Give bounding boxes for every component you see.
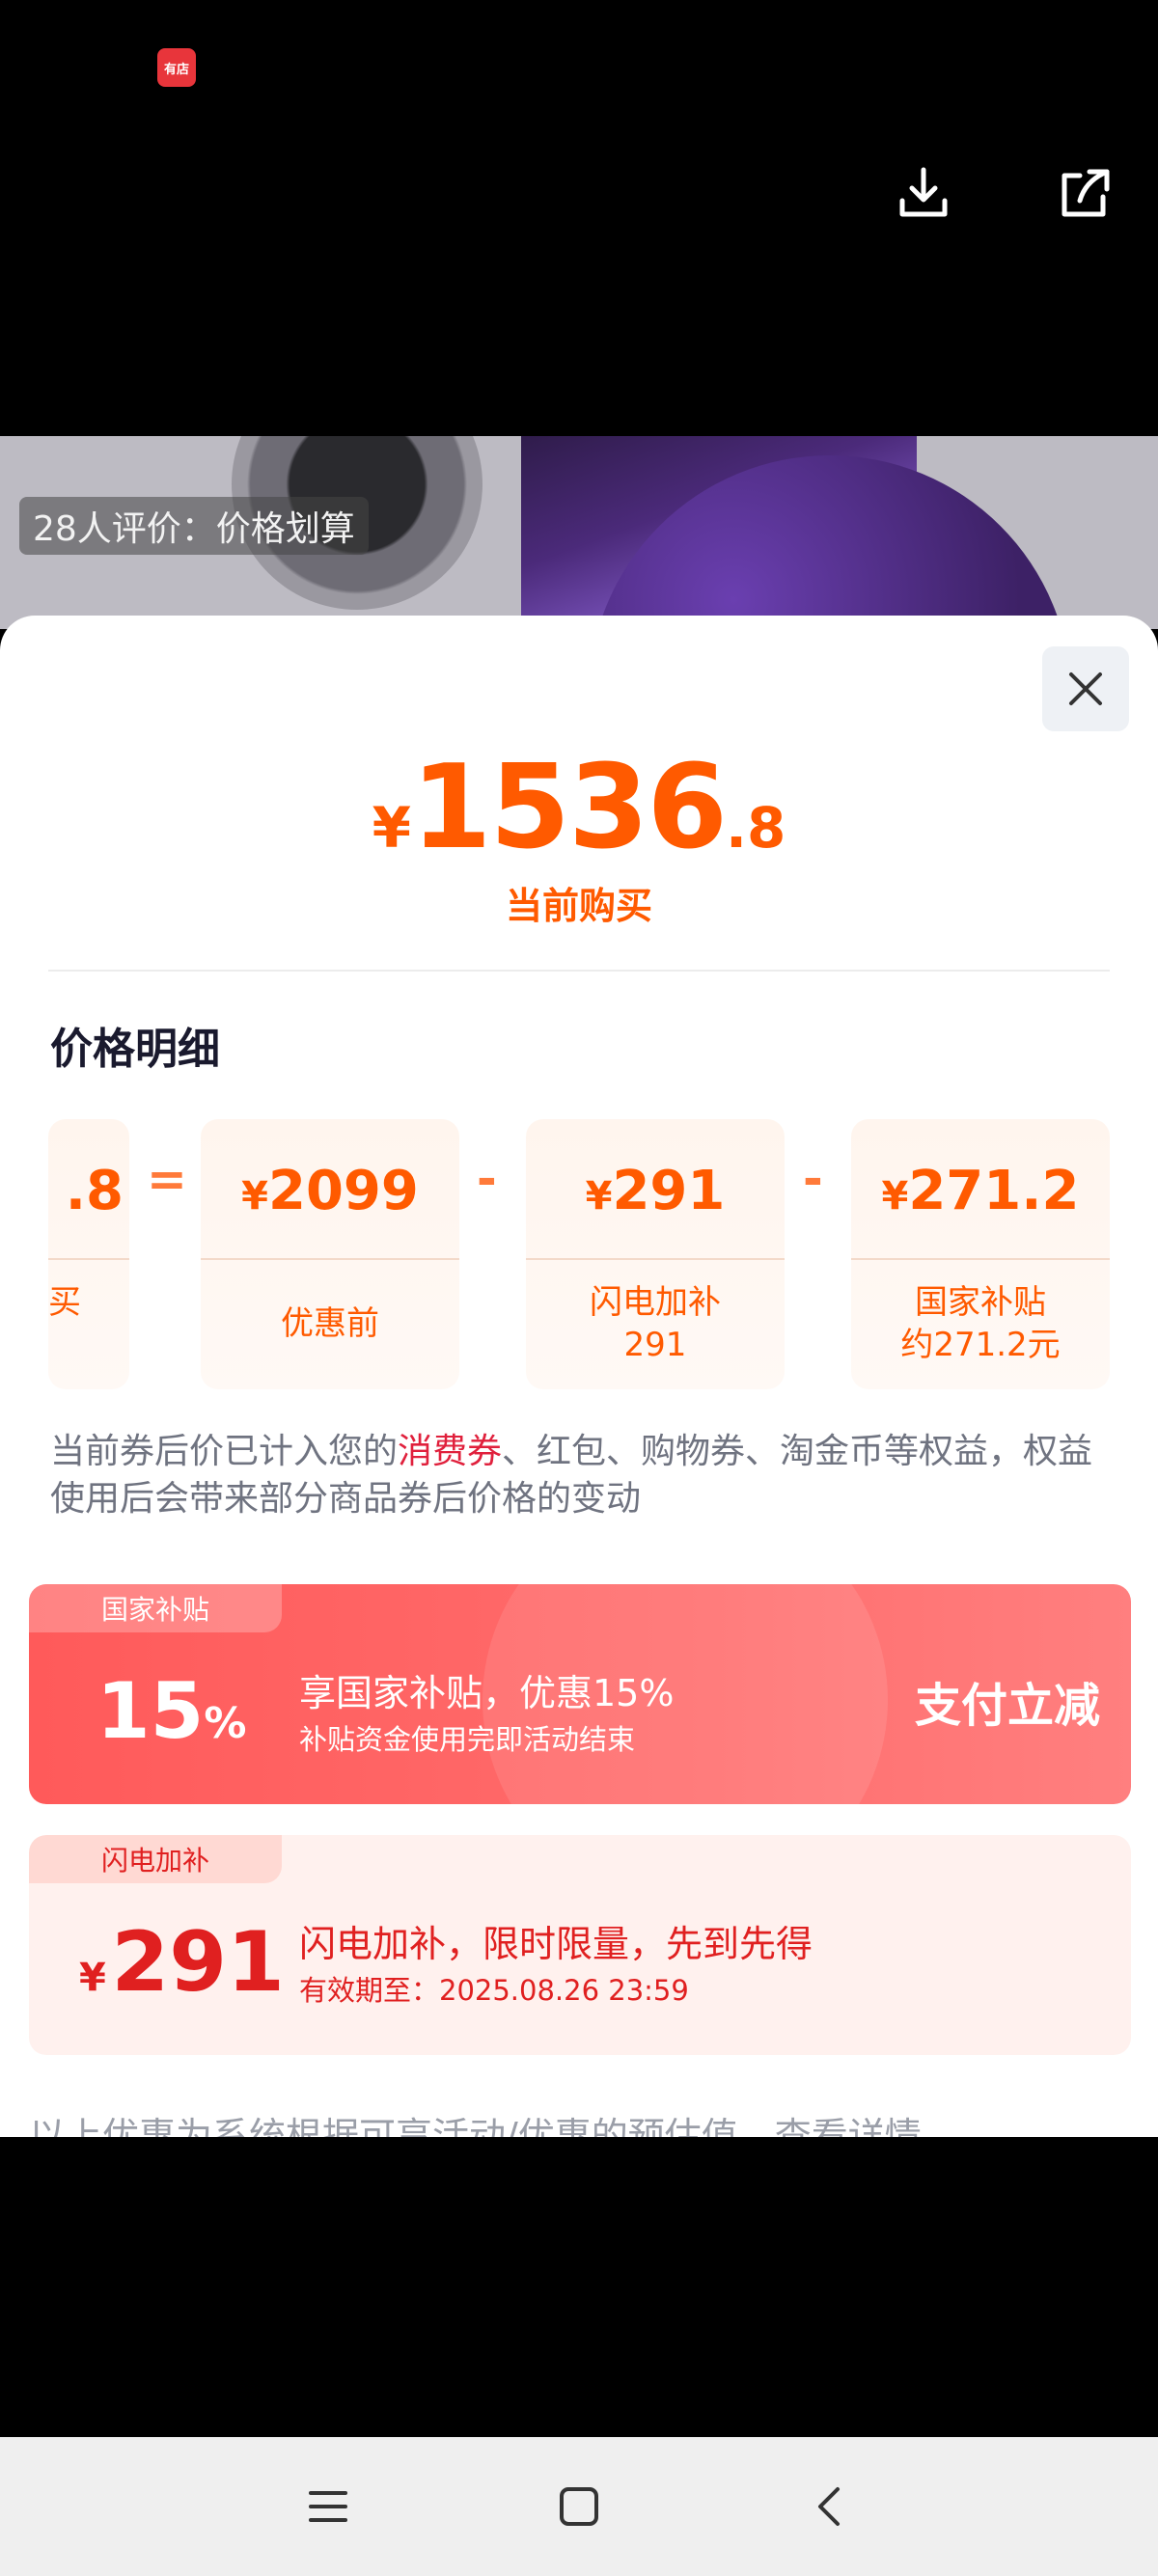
price-box-flash: ¥291 闪电加补 291 bbox=[526, 1119, 785, 1389]
partial-value: .8 bbox=[65, 1160, 124, 1222]
subsidy-title: 享国家补贴，优惠15% bbox=[299, 1672, 675, 1714]
price-box-original: ¥2099 优惠前 bbox=[201, 1119, 459, 1389]
close-button[interactable] bbox=[1042, 646, 1129, 731]
price-symbol: ¥ bbox=[372, 795, 411, 861]
national-subsidy-card[interactable]: 国家补贴 15% 享国家补贴，优惠15% 补贴资金使用完即活动结束 支付立减 bbox=[29, 1584, 1131, 1804]
flash-tab: 闪电加补 bbox=[29, 1835, 282, 1883]
app-logo: 有店 bbox=[157, 48, 196, 87]
home-icon bbox=[560, 2487, 598, 2526]
close-icon bbox=[1069, 672, 1102, 705]
flash-price: ¥291 bbox=[585, 1160, 726, 1222]
flash-subsidy-card[interactable]: 闪电加补 ¥ 291 闪电加补，限时限量，先到先得 有效期至：2025.08.2… bbox=[29, 1835, 1131, 2055]
review-badge[interactable]: 28人评价：价格划算 bbox=[19, 497, 369, 555]
flash-title: 闪电加补，限时限量，先到先得 bbox=[299, 1923, 813, 1965]
pay-discount-button[interactable]: 支付立减 bbox=[915, 1667, 1100, 1735]
price-box-national: ¥271.2 国家补贴 约271.2元 bbox=[851, 1119, 1110, 1389]
price-integer: 1536 bbox=[410, 741, 728, 875]
national-price: ¥271.2 bbox=[881, 1160, 1080, 1222]
flash-amount: ¥ 291 bbox=[79, 1914, 285, 2011]
partial-label: 买 bbox=[48, 1283, 81, 1322]
menu-icon bbox=[309, 2491, 347, 2522]
subsidy-percent: 15% bbox=[96, 1666, 247, 1756]
divider bbox=[48, 970, 1110, 972]
subsidy-tab: 国家补贴 bbox=[29, 1584, 282, 1632]
current-price-label: 当前购买 bbox=[505, 885, 652, 927]
download-button[interactable] bbox=[890, 159, 957, 227]
equals-sign: = bbox=[147, 1151, 187, 1207]
flash-price-label: 闪电加补 291 bbox=[590, 1283, 721, 1364]
flash-validity: 有效期至：2025.08.26 23:59 bbox=[299, 1974, 689, 2007]
current-price: ¥1536.8 bbox=[0, 741, 1158, 875]
original-price-label: 优惠前 bbox=[281, 1304, 379, 1343]
price-detail-sheet: ¥1536.8 当前购买 价格明细 .8 买 = ¥2099 优惠前 - ¥29… bbox=[0, 616, 1158, 2137]
price-box-partial: .8 买 bbox=[48, 1119, 129, 1389]
original-price: ¥2099 bbox=[241, 1160, 419, 1222]
phone-body bbox=[521, 436, 1071, 629]
system-nav-bar bbox=[0, 2437, 1158, 2576]
national-price-label: 国家补贴 约271.2元 bbox=[900, 1283, 1061, 1364]
share-icon bbox=[1062, 169, 1110, 217]
section-title: 价格明细 bbox=[50, 1025, 220, 1074]
download-icon bbox=[899, 167, 948, 217]
minus-sign: - bbox=[477, 1151, 497, 1207]
back-button[interactable] bbox=[791, 2468, 868, 2545]
discount-disclaimer: 以上优惠为系统根据可享活动/优惠的预估值，查看详情 bbox=[29, 2115, 922, 2137]
home-button[interactable] bbox=[540, 2468, 618, 2545]
minus-sign: - bbox=[803, 1151, 823, 1207]
price-notice: 当前券后价已计入您的消费券、红包、购物券、淘金币等权益，权益使用后会带来部分商品… bbox=[50, 1432, 1093, 1519]
price-decimal: .8 bbox=[725, 795, 786, 861]
subsidy-subtitle: 补贴资金使用完即活动结束 bbox=[299, 1723, 636, 1756]
back-icon bbox=[818, 2487, 840, 2526]
voucher-link[interactable]: 消费券 bbox=[398, 1432, 502, 1471]
menu-button[interactable] bbox=[290, 2468, 367, 2545]
share-button[interactable] bbox=[1050, 159, 1117, 227]
